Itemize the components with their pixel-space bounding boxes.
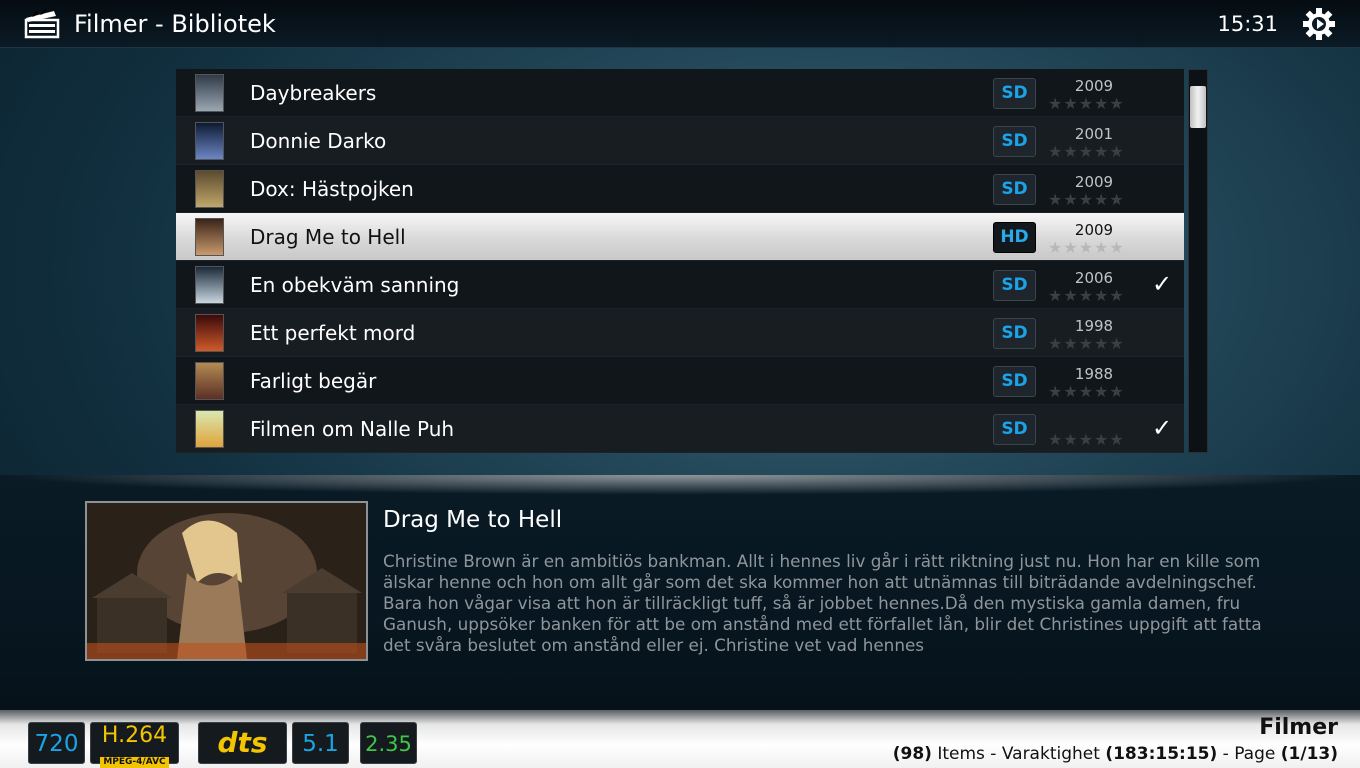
movie-title: Farligt begär [250,369,377,393]
poster-thumbnail [195,74,224,112]
watched-check-icon: ✓ [1152,414,1173,442]
quality-badge: SD [993,366,1036,397]
movie-title: Drag Me to Hell [250,225,406,249]
movie-year: 1998 [1074,317,1114,335]
movie-year: 2009 [1074,221,1114,239]
poster-thumbnail [195,314,224,352]
list-item[interactable]: Ett perfekt mord SD 1998 ★★★★★ [176,309,1184,357]
items-label: Items - Varaktighet [937,744,1100,764]
scrollbar[interactable] [1188,69,1208,453]
list-item[interactable]: Dox: Hästpojken SD 2009 ★★★★★ [176,165,1184,213]
quality-badge: HD [993,222,1036,253]
star-rating-icon: ★★★★★ [1048,430,1125,449]
star-rating-icon: ★★★★★ [1048,238,1125,257]
movie-year: 1988 [1074,365,1114,383]
clapperboard-icon [24,9,60,39]
poster-thumbnail [195,170,224,208]
page-label: - Page [1222,744,1276,764]
scroll-thumb[interactable] [1190,86,1206,128]
info-panel-glow [0,475,1360,495]
list-item[interactable]: En obekväm sanning SD 2006 ★★★★★ ✓ [176,261,1184,309]
movie-title: Donnie Darko [250,129,387,153]
quality-badge: SD [993,270,1036,301]
codec-flag: H.264 MPEG-4/AVC [90,722,179,768]
info-title: Drag Me to Hell [383,507,563,533]
gear-icon[interactable] [1302,7,1336,41]
resolution-flag: 720 [28,722,85,764]
poster-thumbnail [195,122,224,160]
list-item[interactable]: Drag Me to Hell HD 2009 ★★★★★ [176,213,1184,261]
movie-year: 2009 [1074,173,1114,191]
movie-list: Daybreakers SD 2009 ★★★★★ Donnie Darko SD 2001… [176,69,1184,453]
aspect-ratio-flag: 2.35 [360,722,417,764]
library-stats: (98) Items - Varaktighet (183:15:15) - P… [893,744,1338,764]
codec-sub-label: MPEG-4/AVC [100,757,169,768]
star-rating-icon: ★★★★★ [1048,190,1125,209]
codec-label: H.264 [101,723,168,748]
quality-badge: SD [993,414,1036,445]
quality-badge: SD [993,174,1036,205]
movie-title: Dox: Hästpojken [250,177,414,201]
list-item[interactable]: Farligt begär SD 1988 ★★★★★ [176,357,1184,405]
plot-text: Christine Brown är en ambitiös bankman. … [383,551,1262,655]
star-rating-icon: ★★★★★ [1048,94,1125,113]
quality-badge: SD [993,78,1036,109]
movie-title: Filmen om Nalle Puh [250,417,455,441]
movie-fanart [85,501,368,661]
page-indicator: (1/13) [1280,744,1338,764]
movie-year: 2006 [1074,269,1114,287]
star-rating-icon: ★★★★★ [1048,142,1125,161]
watched-check-icon: ✓ [1152,270,1173,298]
header-bar: Filmer - Bibliotek 15:31 [0,0,1360,48]
fanart-image [87,503,366,659]
page-title: Filmer - Bibliotek [74,10,276,38]
list-item[interactable]: Filmen om Nalle Puh SD ★★★★★ ✓ [176,405,1184,453]
poster-thumbnail [195,410,224,448]
movie-year: 2009 [1074,77,1114,95]
clock: 15:31 [1217,12,1278,36]
poster-thumbnail [195,266,224,304]
list-item[interactable]: Daybreakers SD 2009 ★★★★★ [176,69,1184,117]
star-rating-icon: ★★★★★ [1048,286,1125,305]
list-item[interactable]: Donnie Darko SD 2001 ★★★★★ [176,117,1184,165]
poster-thumbnail [195,362,224,400]
items-count: (98) [892,744,932,764]
movie-title: Ett perfekt mord [250,321,416,345]
quality-badge: SD [993,126,1036,157]
audio-channels-flag: 5.1 [292,722,349,764]
total-duration: (183:15:15) [1105,744,1218,764]
movie-title: Daybreakers [250,81,377,105]
section-label: Filmer [1259,715,1338,740]
audio-codec-flag: dts [198,722,287,764]
quality-badge: SD [993,318,1036,349]
star-rating-icon: ★★★★★ [1048,382,1125,401]
poster-thumbnail [195,218,224,256]
star-rating-icon: ★★★★★ [1048,334,1125,353]
movie-title: En obekväm sanning [250,273,460,297]
movie-year: 2001 [1074,125,1114,143]
